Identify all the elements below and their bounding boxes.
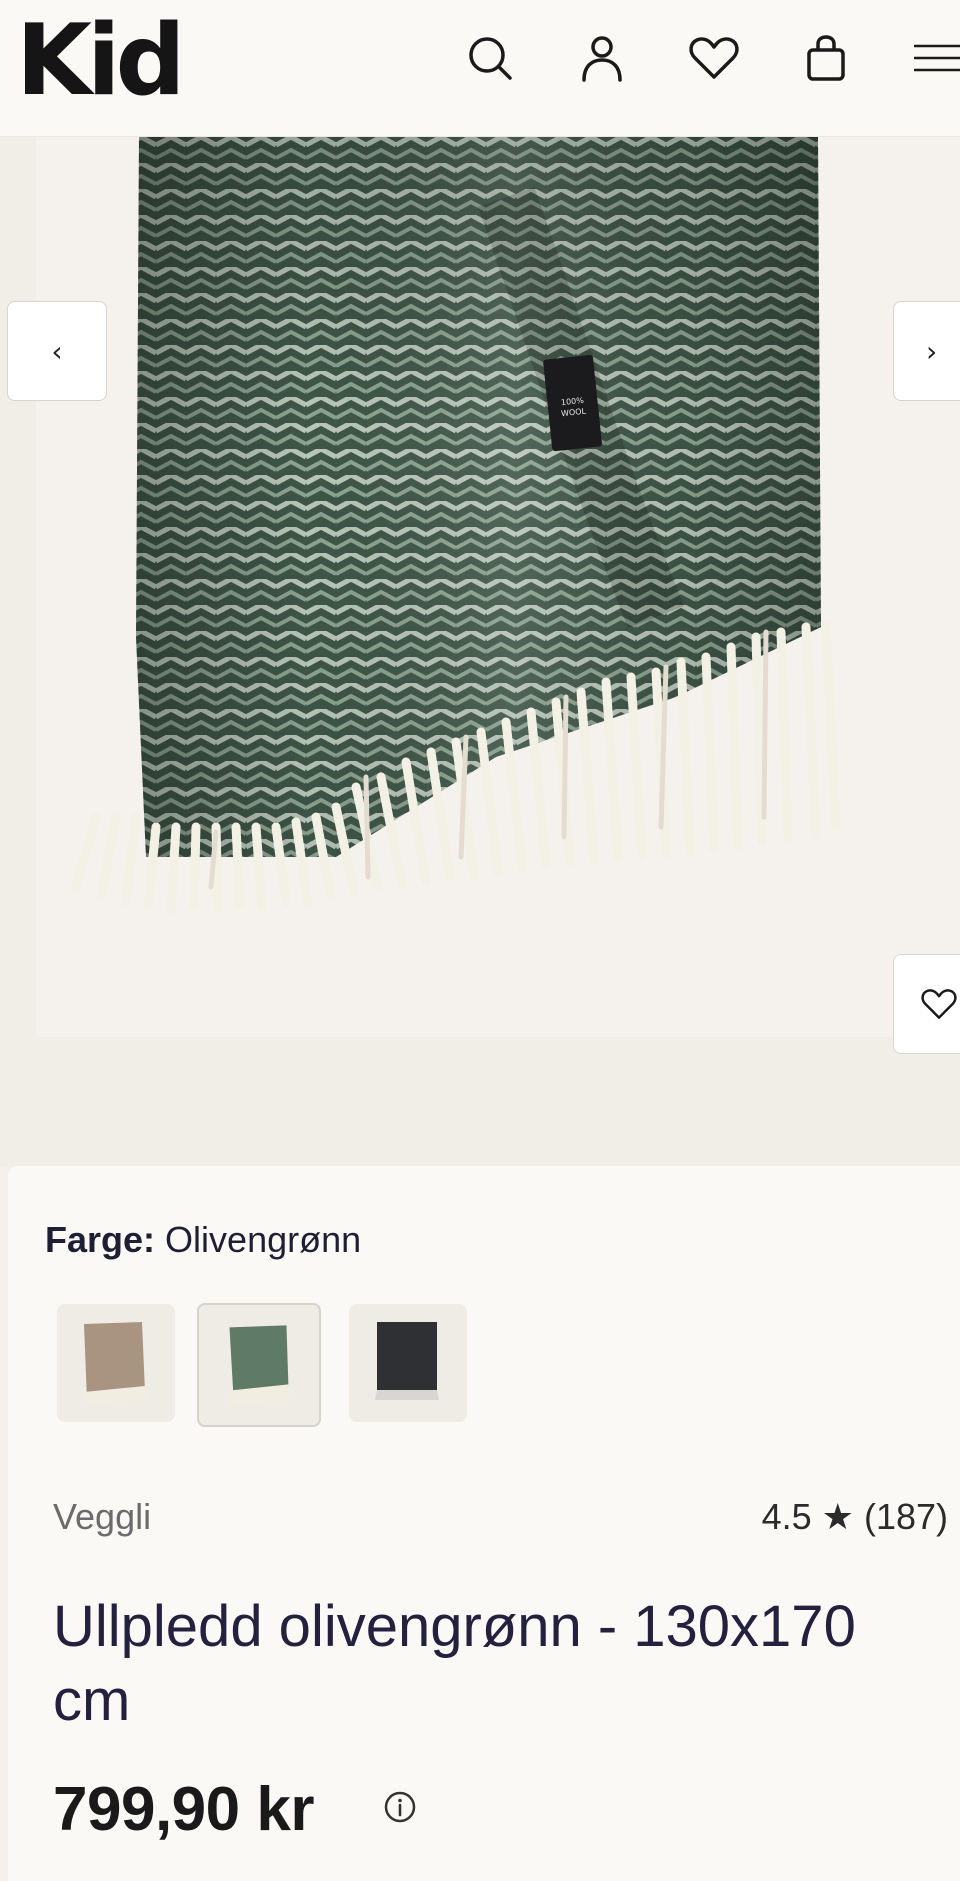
product-gallery: 100% WOOL ‹ › — [0, 137, 960, 1167]
swatch-thumbnail — [84, 1322, 147, 1404]
chevron-left-icon: ‹ — [51, 334, 63, 368]
color-selector-label: Farge: Olivengrønn — [45, 1218, 361, 1262]
add-to-wishlist-button[interactable] — [893, 954, 960, 1054]
product-brand[interactable]: Veggli — [53, 1496, 151, 1538]
product-image[interactable]: 100% WOOL — [36, 137, 960, 1037]
info-icon[interactable] — [383, 1790, 417, 1824]
color-label: Farge: — [45, 1219, 156, 1260]
rating-count: (187) — [863, 1496, 948, 1537]
next-image-button[interactable]: › — [893, 301, 960, 401]
swatch-thumbnail — [375, 1322, 439, 1400]
chevron-right-icon: › — [926, 334, 938, 368]
heart-icon — [921, 989, 957, 1019]
user-icon[interactable] — [574, 30, 630, 86]
previous-image-button[interactable]: ‹ — [7, 301, 107, 401]
rating-value: 4.5 — [761, 1496, 812, 1537]
swatch-thumbnail — [229, 1325, 291, 1405]
heart-icon[interactable] — [686, 30, 742, 86]
logo[interactable]: Kid — [16, 6, 186, 116]
color-value: Olivengrønn — [165, 1219, 362, 1260]
bag-icon[interactable] — [798, 30, 854, 86]
color-swatch-mork-gra[interactable] — [349, 1304, 467, 1422]
site-header: Kid — [0, 0, 960, 137]
menu-icon[interactable] — [910, 30, 960, 86]
gallery-slide: 100% WOOL — [36, 137, 960, 1037]
color-swatch-beige[interactable] — [57, 1304, 175, 1422]
product-rating[interactable]: 4.5 ★ (187) — [762, 1496, 948, 1538]
search-icon[interactable] — [462, 30, 518, 86]
product-price: 799,90 kr — [53, 1775, 314, 1844]
color-swatch-olivengronn[interactable] — [197, 1303, 321, 1427]
product-title: Ullpledd olivengrønn - 130x170 cm — [53, 1594, 856, 1733]
star-icon: ★ — [821, 1497, 854, 1538]
